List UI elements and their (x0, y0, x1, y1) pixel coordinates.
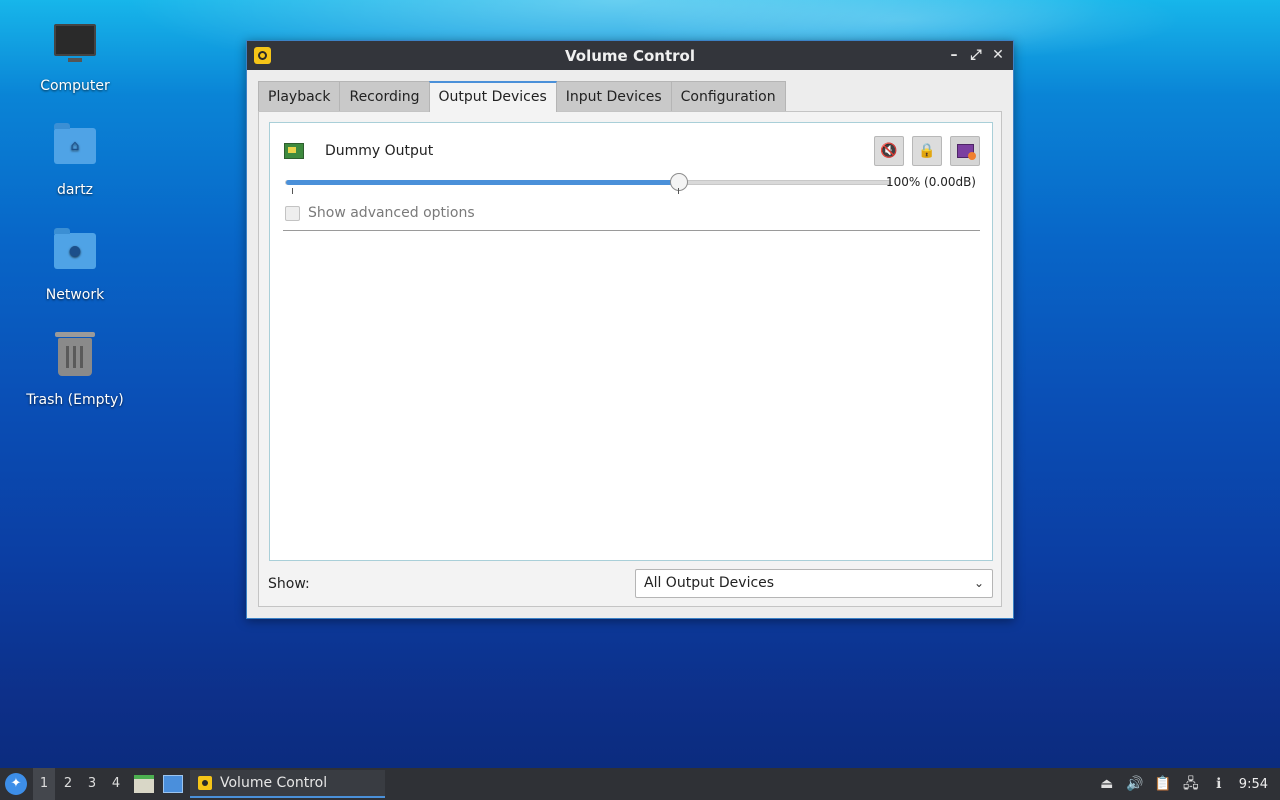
tab-configuration[interactable]: Configuration (670, 81, 786, 111)
show-devices-select[interactable]: All Output Devices ⌄ (635, 569, 993, 598)
lock-channels-button[interactable]: 🔒 (912, 136, 942, 166)
home-folder-icon: ⌂ (51, 123, 99, 176)
clipboard-icon[interactable]: 📋 (1152, 773, 1174, 795)
speaker-muted-icon: 🔇 (880, 143, 898, 159)
system-tray: ⏏ 🔊 📋 🖧 ℹ 9:54 (1093, 768, 1280, 800)
desktop-icon-network[interactable]: ● Network (20, 227, 130, 303)
advanced-options-label: Show advanced options (308, 205, 475, 221)
eject-icon[interactable]: ⏏ (1096, 773, 1118, 795)
show-label: Show: (268, 576, 310, 592)
divider (283, 230, 980, 231)
minimize-button[interactable]: – (945, 46, 963, 64)
file-manager-icon[interactable] (134, 775, 154, 793)
network-icon[interactable]: 🖧 (1180, 773, 1202, 795)
desktop-icon-home[interactable]: ⌂ dartz (20, 122, 130, 198)
workspace-2[interactable]: 2 (57, 768, 79, 800)
workspace-4[interactable]: 4 (105, 768, 127, 800)
lock-icon: 🔒 (918, 143, 936, 159)
chevron-down-icon: ⌄ (973, 576, 984, 590)
taskbar: ✦ 1 2 3 4 Volume Control ⏏ 🔊 📋 🖧 ℹ 9:54 (0, 768, 1280, 800)
workspace-3[interactable]: 3 (81, 768, 103, 800)
device-name: Dummy Output (325, 143, 434, 159)
tab-output-devices[interactable]: Output Devices (428, 81, 557, 112)
volume-app-icon[interactable] (254, 47, 271, 64)
taskbar-window-label: Volume Control (220, 775, 328, 791)
window-title: Volume Control (565, 46, 695, 65)
notification-icon[interactable]: ℹ (1208, 773, 1230, 795)
slider-tick-min (292, 188, 293, 194)
advanced-options-checkbox[interactable] (285, 205, 300, 221)
tab-playback[interactable]: Playback (258, 81, 341, 111)
advanced-options-toggle[interactable]: Show advanced options (285, 205, 475, 221)
volume-level-label: 100% (0.00dB) (885, 175, 976, 189)
window-titlebar[interactable]: Volume Control – ⤢ ✕ (247, 41, 1013, 70)
trash-icon (51, 332, 99, 386)
desktop-icon-computer[interactable]: Computer (20, 18, 130, 94)
tab-bar: Playback Recording Output Devices Input … (258, 81, 786, 112)
tab-recording[interactable]: Recording (339, 81, 430, 111)
network-folder-icon: ● (51, 228, 99, 281)
start-menu-button[interactable]: ✦ (5, 773, 27, 795)
output-devices-panel: Dummy Output 🔇 🔒 100% (0.00dB) Show adva… (258, 111, 1002, 607)
close-button[interactable]: ✕ (989, 46, 1007, 64)
desktop-icon-label: dartz (56, 182, 94, 198)
volume-control-window: Volume Control – ⤢ ✕ Playback Recording … (246, 40, 1014, 619)
show-desktop-icon[interactable] (163, 775, 183, 793)
desktop-icon-trash[interactable]: Trash (Empty) (20, 332, 130, 408)
volume-slider-handle[interactable] (670, 173, 688, 191)
sound-card-icon (284, 143, 304, 159)
desktop-icon-label: Computer (40, 78, 110, 94)
speaker-icon[interactable]: 🔊 (1124, 773, 1146, 795)
default-device-icon (956, 144, 976, 160)
volume-app-icon (198, 776, 212, 790)
workspace-1[interactable]: 1 (33, 768, 55, 800)
taskbar-window-volume-control[interactable]: Volume Control (190, 770, 385, 798)
mute-button[interactable]: 🔇 (874, 136, 904, 166)
set-default-button[interactable] (950, 136, 980, 166)
volume-slider[interactable] (285, 173, 891, 191)
maximize-button[interactable]: ⤢ (967, 46, 985, 64)
desktop-icon-label: Network (45, 287, 105, 303)
slider-tick-100 (678, 188, 679, 194)
computer-icon (51, 24, 99, 72)
show-select-value: All Output Devices (644, 575, 775, 591)
desktop-icon-label: Trash (Empty) (26, 392, 124, 408)
clock[interactable]: 9:54 (1239, 777, 1268, 792)
volume-slider-fill (286, 180, 679, 185)
tab-input-devices[interactable]: Input Devices (555, 81, 672, 111)
device-list: Dummy Output 🔇 🔒 100% (0.00dB) Show adva… (269, 122, 993, 561)
